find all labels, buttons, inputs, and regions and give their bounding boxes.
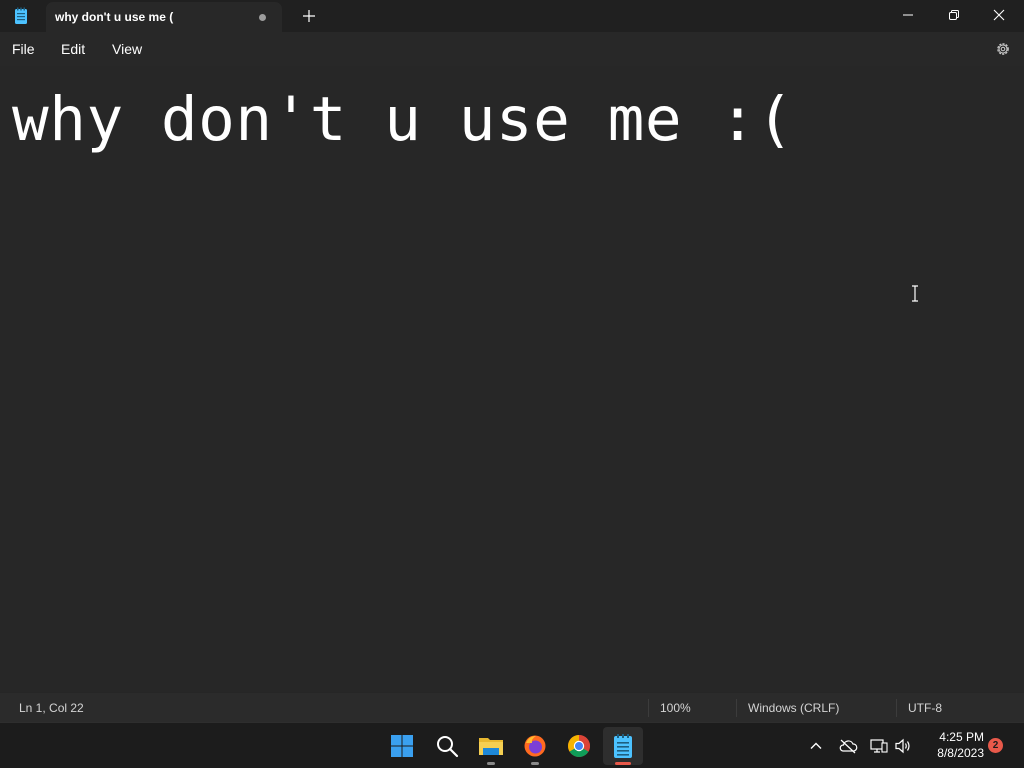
unsaved-indicator-icon[interactable] [259,14,266,21]
cloud-offline-icon [839,739,858,754]
notepad-icon [614,734,632,758]
notepad-app-icon [15,7,27,24]
notepad-taskbar-button[interactable] [607,730,639,762]
status-divider [648,699,649,717]
taskbar: 4:25 PM 8/8/2023 2 [0,722,1024,768]
network-button[interactable] [870,737,888,755]
line-ending: Windows (CRLF) [748,701,840,715]
file-explorer-icon [479,738,503,755]
firefox-icon [524,735,546,757]
running-indicator [531,762,539,765]
zoom-level: 100% [660,701,691,715]
document-tab[interactable]: why don't u use me ( [46,2,282,32]
clock-date: 8/8/2023 [937,746,984,760]
minimize-button[interactable] [885,0,931,30]
chrome-button[interactable] [563,730,595,762]
active-indicator [615,762,631,765]
chevron-up-icon [810,742,822,749]
tab-title: why don't u use me ( [55,10,174,24]
menu-edit[interactable]: Edit [61,41,85,57]
volume-icon [895,738,910,754]
status-divider [896,699,897,717]
search-button[interactable] [431,730,463,762]
status-bar: Ln 1, Col 22 100% Windows (CRLF) UTF-8 [0,692,1024,722]
restore-button[interactable] [931,0,977,30]
firefox-button[interactable] [519,730,551,762]
chrome-icon [568,735,590,757]
text-cursor-icon [912,285,918,302]
notification-badge[interactable]: 2 [988,738,1003,753]
cursor-position: Ln 1, Col 22 [19,701,84,715]
menu-bar: File Edit View [0,32,1024,66]
restore-icon [949,10,959,20]
network-icon [870,739,888,753]
status-divider [736,699,737,717]
menu-view[interactable]: View [112,41,142,57]
start-button[interactable] [386,730,418,762]
running-indicator [487,762,495,765]
search-icon [437,736,459,758]
text-editor[interactable]: why don't u use me :( [0,66,1024,692]
volume-button[interactable] [894,737,912,755]
new-tab-button[interactable] [300,7,318,25]
show-hidden-icons-button[interactable] [807,737,825,755]
file-explorer-button[interactable] [475,730,507,762]
clock-time: 4:25 PM [939,730,984,744]
onedrive-button[interactable] [838,737,858,755]
settings-gear-icon[interactable] [994,40,1012,58]
minimize-icon [903,14,913,16]
encoding: UTF-8 [908,701,942,715]
start-icon [391,735,413,757]
close-icon [993,9,1005,21]
close-button[interactable] [976,0,1022,30]
editor-content[interactable]: why don't u use me :( [12,84,794,155]
clock[interactable]: 4:25 PM 8/8/2023 [920,729,984,761]
title-bar: why don't u use me ( [0,0,1024,32]
menu-file[interactable]: File [12,41,35,57]
